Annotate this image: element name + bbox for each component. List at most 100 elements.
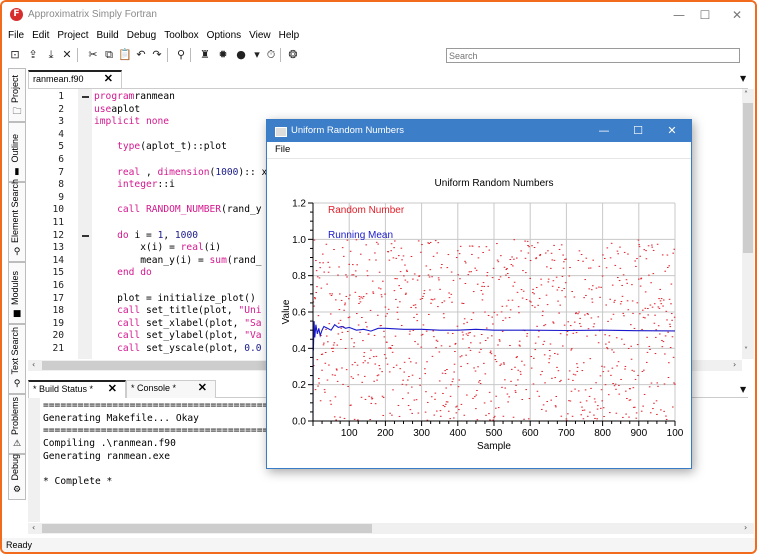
open-icon[interactable]: ⇪ bbox=[26, 47, 40, 63]
plot-window-icon bbox=[275, 127, 287, 137]
plot-window-title-bar[interactable]: Uniform Random Numbers — ☐ ✕ bbox=[267, 120, 691, 142]
new-file-icon[interactable]: ⊡ bbox=[8, 47, 22, 63]
menu-project[interactable]: Project bbox=[53, 28, 92, 44]
paste-icon[interactable]: 📋 bbox=[118, 47, 132, 63]
scatter-point bbox=[618, 393, 621, 395]
scatter-point bbox=[515, 357, 518, 359]
code-text: implicit none bbox=[94, 116, 169, 129]
scatter-point bbox=[600, 389, 603, 391]
scatter-point bbox=[417, 343, 419, 345]
scroll-left-icon[interactable]: ‹ bbox=[32, 360, 35, 369]
scatter-point bbox=[497, 261, 500, 263]
scatter-point bbox=[447, 254, 450, 256]
save-icon[interactable]: ⤓ bbox=[44, 47, 58, 63]
tab-list-dropdown-icon[interactable]: ▼ bbox=[740, 74, 746, 83]
scatter-point bbox=[474, 370, 477, 372]
undo-icon[interactable]: ↶ bbox=[134, 47, 148, 63]
x-tick-label: 900 bbox=[630, 428, 647, 439]
scatter-point bbox=[573, 321, 576, 323]
find-icon[interactable]: ⚲ bbox=[174, 47, 188, 63]
close-tab-icon[interactable]: ✕ bbox=[104, 72, 113, 87]
sidebar-tab-problems[interactable]: Problems ⚠ bbox=[8, 394, 26, 454]
scroll-thumb[interactable] bbox=[42, 361, 272, 370]
plot-menu-file[interactable]: File bbox=[275, 144, 290, 155]
scatter-point bbox=[543, 325, 545, 327]
sidebar-tab-debug[interactable]: Debug ⚙ bbox=[8, 454, 26, 500]
output-horizontal-scrollbar[interactable]: ‹ › bbox=[28, 523, 754, 534]
run-dropdown-icon[interactable]: ▾ bbox=[250, 47, 264, 63]
code-token: mean_y(i) = bbox=[94, 254, 210, 266]
scatter-point bbox=[326, 379, 329, 381]
sidebar-tab-outline[interactable]: Outline ▮ bbox=[8, 122, 26, 182]
close-tab-icon[interactable]: ✕ bbox=[108, 382, 117, 397]
debug-icon[interactable]: ❂ bbox=[286, 47, 300, 63]
scatter-point bbox=[529, 277, 531, 279]
maximize-button[interactable]: ☐ bbox=[690, 6, 720, 24]
run-icon[interactable]: ● bbox=[234, 47, 248, 63]
copy-icon[interactable]: ⧉ bbox=[102, 47, 116, 63]
scroll-right-icon[interactable]: › bbox=[733, 360, 736, 369]
menu-edit[interactable]: Edit bbox=[28, 28, 53, 44]
scatter-point bbox=[662, 305, 664, 307]
scatter-point bbox=[621, 284, 623, 286]
close-file-icon[interactable]: ✕ bbox=[60, 47, 74, 63]
scatter-point bbox=[505, 269, 508, 271]
menu-debug[interactable]: Debug bbox=[123, 28, 160, 44]
scroll-right-icon[interactable]: › bbox=[744, 523, 747, 532]
scroll-thumb[interactable] bbox=[743, 103, 753, 253]
scatter-point bbox=[446, 368, 448, 370]
scatter-point bbox=[518, 312, 520, 314]
number-token: 1000 bbox=[174, 229, 199, 241]
tab-ranmean-f90[interactable]: ranmean.f90 ✕ bbox=[28, 70, 122, 88]
scatter-point bbox=[637, 239, 640, 241]
menu-build[interactable]: Build bbox=[92, 28, 122, 44]
sidebar-tab-text-search[interactable]: Text Search ⚲ bbox=[8, 324, 26, 394]
scatter-point bbox=[569, 266, 571, 268]
close-button[interactable]: ✕ bbox=[722, 6, 752, 24]
fold-toggle-icon[interactable] bbox=[82, 96, 89, 98]
scatter-point bbox=[503, 266, 506, 268]
scroll-left-icon[interactable]: ‹ bbox=[32, 523, 35, 532]
scatter-point bbox=[582, 362, 585, 364]
scatter-point bbox=[382, 414, 385, 416]
scroll-thumb[interactable] bbox=[42, 524, 372, 533]
search-input[interactable] bbox=[446, 48, 740, 63]
editor-vertical-scrollbar[interactable]: ˄ ˅ bbox=[742, 89, 754, 359]
panel-list-dropdown-icon[interactable]: ▼ bbox=[740, 385, 746, 394]
scatter-point bbox=[619, 246, 621, 248]
settings-icon[interactable]: ✹ bbox=[216, 47, 230, 63]
menu-help[interactable]: Help bbox=[275, 28, 304, 44]
cut-icon[interactable]: ✂ bbox=[86, 47, 100, 63]
redo-icon[interactable]: ↷ bbox=[150, 47, 164, 63]
scatter-point bbox=[356, 313, 358, 315]
scroll-up-icon[interactable]: ˄ bbox=[744, 90, 748, 99]
scatter-point bbox=[547, 281, 550, 283]
plot-minimize-button[interactable]: — bbox=[591, 123, 617, 139]
build-icon[interactable]: ♜ bbox=[198, 47, 212, 63]
sidebar-tab-modules[interactable]: Modules ■ bbox=[8, 262, 26, 324]
fold-toggle-icon[interactable] bbox=[82, 234, 89, 237]
tab-build-status[interactable]: * Build Status * ✕ bbox=[28, 380, 126, 398]
scatter-point bbox=[663, 410, 665, 412]
scatter-point bbox=[653, 402, 655, 404]
scroll-down-icon[interactable]: ˅ bbox=[744, 346, 748, 355]
scatter-point bbox=[523, 418, 525, 420]
fold-margin bbox=[78, 89, 92, 359]
close-tab-icon[interactable]: ✕ bbox=[198, 381, 207, 396]
scatter-point bbox=[454, 351, 456, 353]
scatter-point bbox=[526, 333, 529, 335]
timer-icon[interactable]: ⏱ bbox=[264, 47, 278, 63]
tab-console[interactable]: * Console * ✕ bbox=[126, 380, 216, 398]
scatter-point bbox=[324, 391, 326, 393]
menu-file[interactable]: File bbox=[2, 28, 28, 44]
scatter-point bbox=[462, 302, 465, 304]
scatter-point bbox=[362, 340, 364, 342]
sidebar-tab-element-search[interactable]: Element Search ⚲ bbox=[8, 179, 26, 262]
sidebar-tab-project[interactable]: Project 🗀 bbox=[8, 68, 26, 122]
menu-toolbox[interactable]: Toolbox bbox=[160, 28, 202, 44]
plot-maximize-button[interactable]: ☐ bbox=[625, 123, 651, 139]
plot-close-button[interactable]: ✕ bbox=[659, 123, 685, 139]
scatter-point bbox=[467, 332, 470, 334]
menu-view[interactable]: View bbox=[245, 28, 275, 44]
menu-options[interactable]: Options bbox=[203, 28, 245, 44]
